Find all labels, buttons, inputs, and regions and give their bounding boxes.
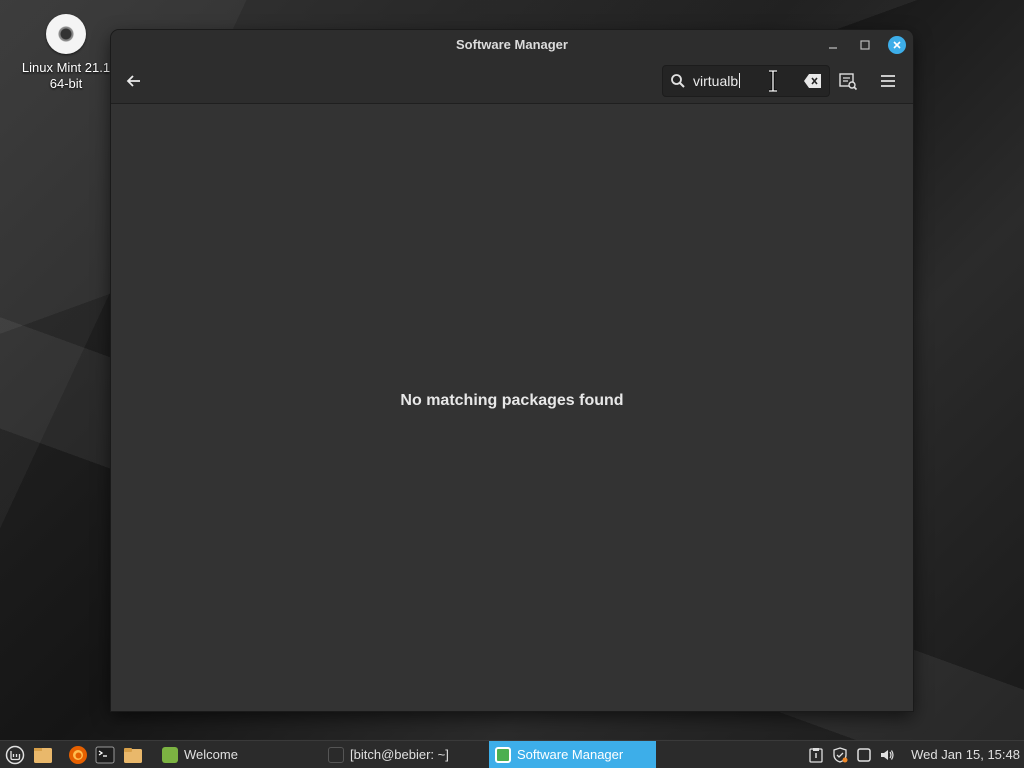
mint-menu-icon[interactable] [5,745,25,765]
arrow-left-icon [126,75,140,87]
hamburger-menu-icon[interactable] [878,72,898,90]
task-label: Software Manager [517,747,624,762]
task-terminal[interactable]: [bitch@bebier: ~] [322,741,488,768]
maximize-button[interactable] [856,36,874,54]
disc-icon [46,14,86,54]
task-software-manager[interactable]: Software Manager [489,741,656,768]
minimize-icon [829,47,837,49]
close-button[interactable] [888,36,906,54]
close-icon [893,41,901,49]
clipboard-icon[interactable] [808,747,824,763]
results-area: No matching packages found [111,104,913,711]
clock[interactable]: Wed Jan 15, 15:48 [911,741,1020,768]
firefox-icon[interactable] [68,745,88,765]
volume-icon[interactable] [879,747,895,763]
terminal-icon[interactable] [95,745,115,765]
show-desktop-icon[interactable] [33,745,53,765]
search-in-summary-icon[interactable] [838,71,858,91]
minimize-button[interactable] [824,36,842,54]
desktop-icon-label: Linux Mint 21.1 64-bit [21,60,111,91]
welcome-icon [162,747,178,763]
taskbar: Welcome [bitch@bebier: ~] Software Manag… [0,740,1024,768]
software-manager-window: Software Manager virtualb No matching pa… [111,30,913,711]
text-caret [739,73,741,88]
shield-update-icon[interactable] [832,747,848,763]
task-label: Welcome [184,747,238,762]
maximize-icon [860,40,870,50]
software-manager-icon [495,747,511,763]
network-icon[interactable] [856,747,872,763]
window-titlebar[interactable]: Software Manager virtualb [111,30,913,104]
desktop-icon-disc[interactable]: Linux Mint 21.1 64-bit [16,12,116,92]
search-input[interactable]: virtualb [693,73,741,89]
back-button[interactable] [121,68,147,94]
ibeam-cursor-icon [769,70,777,92]
task-label: [bitch@bebier: ~] [350,747,449,762]
search-input-value: virtualb [693,73,739,89]
clear-text-icon[interactable] [803,73,823,89]
task-welcome[interactable]: Welcome [156,741,316,768]
folder-icon[interactable] [123,745,143,765]
window-title: Software Manager [456,37,568,52]
search-field[interactable]: virtualb [662,65,830,97]
search-icon [671,74,685,88]
terminal-icon [328,747,344,763]
no-results-message: No matching packages found [400,392,624,409]
